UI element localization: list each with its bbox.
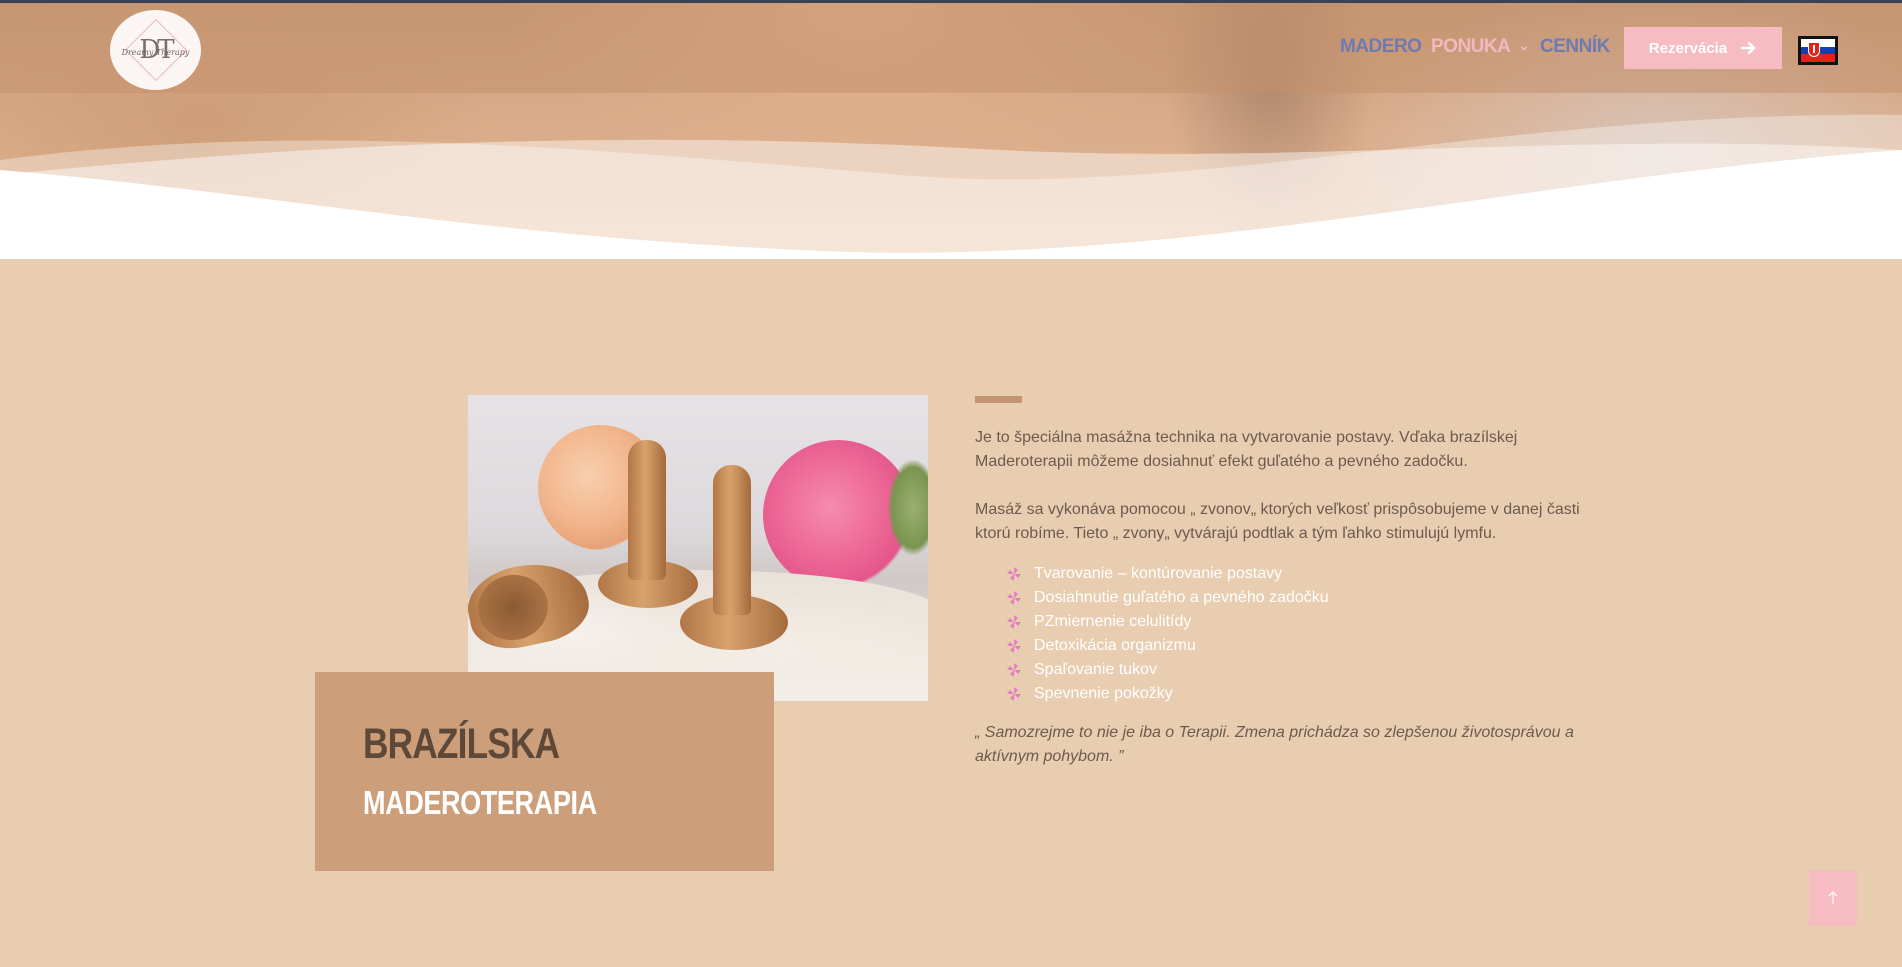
list-item: Spaľovanie tukov	[1006, 658, 1329, 682]
reservation-label: Rezervácia	[1648, 39, 1728, 57]
list-item-text: Dosiahnutie guľatého a pevného zadočku	[1034, 589, 1329, 606]
list-item-text: PZmiernenie celulitídy	[1034, 613, 1192, 630]
wooden-bell-handle	[713, 465, 751, 615]
method-paragraph: Masáž sa vykonáva pomocou „ zvonov„ ktor…	[975, 501, 1580, 542]
section-title: BRAZÍLSKA	[363, 720, 560, 768]
pinwheel-icon	[1007, 687, 1021, 701]
benefits-list: Tvarovanie – kontúrovanie postavy Dosiah…	[1006, 562, 1329, 706]
list-item-text: Spaľovanie tukov	[1034, 661, 1157, 678]
site-logo[interactable]: DT Dreamy Therapy	[110, 10, 201, 90]
accent-bar	[975, 396, 1022, 403]
nav-ponuka[interactable]: PONUKA ⌄	[1431, 36, 1529, 58]
list-item: PZmiernenie celulitídy	[1006, 610, 1329, 634]
arrow-right-icon	[1741, 41, 1756, 55]
list-item-text: Detoxikácia organizmu	[1034, 637, 1196, 654]
site-header: DT Dreamy Therapy MADERO PONUKA ⌄ CENNÍK …	[0, 3, 1902, 93]
pinwheel-icon	[1007, 591, 1021, 605]
list-item: Detoxikácia organizmu	[1006, 634, 1329, 658]
pinwheel-icon	[1007, 663, 1021, 677]
list-item: Dosiahnutie guľatého a pevného zadočku	[1006, 586, 1329, 610]
pinwheel-icon	[1007, 615, 1021, 629]
reservation-button[interactable]: Rezervácia	[1624, 27, 1782, 69]
logo-text: Dreamy Therapy	[121, 48, 190, 57]
nav-cennik[interactable]: CENNÍK	[1540, 36, 1610, 58]
nav-madero[interactable]: MADERO	[1340, 36, 1422, 58]
arrow-up-icon	[1828, 891, 1838, 904]
section-title-box: BRAZÍLSKA MADEROTERAPIA	[315, 672, 774, 871]
green-leaves	[888, 460, 928, 555]
madero-tools-photo	[468, 395, 928, 701]
list-item-text: Spevnenie pokožky	[1034, 685, 1173, 702]
nav-cennik-label: CENNÍK	[1540, 36, 1610, 57]
intro-paragraph: Je to špeciálna masážna technika na vytv…	[975, 429, 1518, 470]
pinwheel-icon	[1007, 639, 1021, 653]
slovakia-flag-icon[interactable]	[1798, 36, 1838, 65]
list-item: Tvarovanie – kontúrovanie postavy	[1006, 562, 1329, 586]
nav-madero-label: MADERO	[1340, 36, 1422, 57]
list-item: Spevnenie pokožky	[1006, 682, 1329, 706]
scroll-to-top-button[interactable]	[1809, 870, 1857, 926]
wooden-bell-handle	[628, 440, 666, 580]
nav-ponuka-label: PONUKA	[1431, 36, 1511, 57]
flag-emblem	[1808, 42, 1820, 57]
pinwheel-icon	[1007, 567, 1021, 581]
quote-text: „ Samozrejme to nie je iba o Terapii. Zm…	[975, 724, 1574, 765]
list-item-text: Tvarovanie – kontúrovanie postavy	[1034, 565, 1283, 582]
section-subtitle: MADEROTERAPIA	[363, 784, 597, 821]
chevron-down-icon: ⌄	[1518, 38, 1529, 53]
